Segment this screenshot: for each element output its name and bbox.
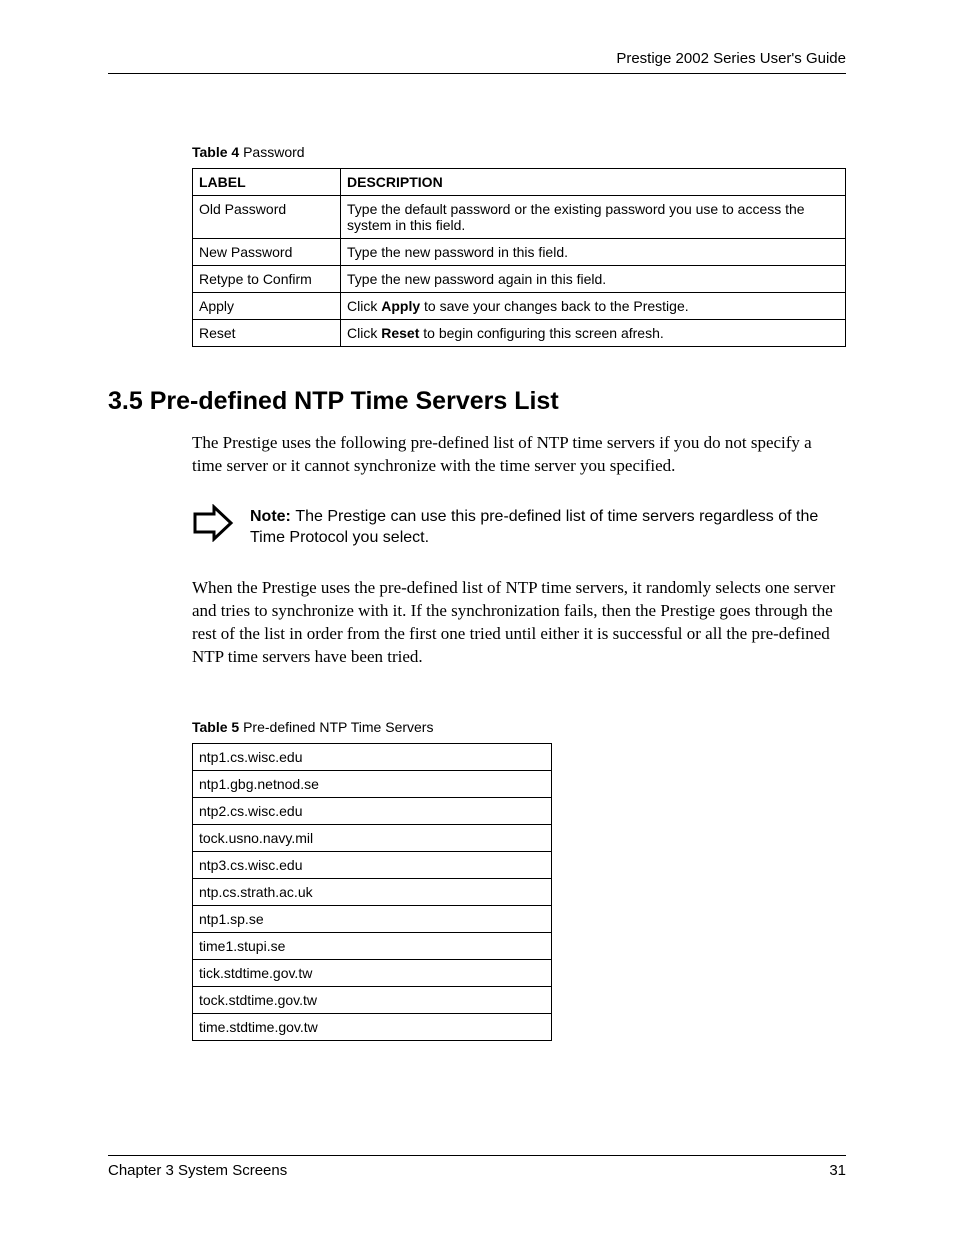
cell: ntp2.cs.wisc.edu (193, 797, 552, 824)
table-header-row: LABEL DESCRIPTION (193, 169, 846, 196)
table5-caption-bold: Table 5 (192, 719, 239, 735)
page-header: Prestige 2002 Series User's Guide (108, 50, 846, 74)
cell: ntp.cs.strath.ac.uk (193, 878, 552, 905)
cell-label: Reset (193, 320, 341, 347)
table-row: ntp1.gbg.netnod.se (193, 770, 552, 797)
page-footer: Chapter 3 System Screens 31 (108, 1155, 846, 1179)
cell-desc: Click Reset to begin configuring this sc… (341, 320, 846, 347)
note-label: Note: (250, 508, 295, 525)
table4-caption-bold: Table 4 (192, 144, 239, 160)
table4-header-label: LABEL (193, 169, 341, 196)
cell-label: Retype to Confirm (193, 266, 341, 293)
table4-caption-rest: Password (239, 144, 304, 160)
arrow-right-icon (192, 504, 234, 547)
cell-desc: Type the new password in this field. (341, 239, 846, 266)
table5-caption: Table 5 Pre-defined NTP Time Servers (192, 719, 846, 735)
table-row: tock.stdtime.gov.tw (193, 986, 552, 1013)
table4: LABEL DESCRIPTION Old Password Type the … (192, 168, 846, 347)
table-row: Apply Click Apply to save your changes b… (193, 293, 846, 320)
section-heading: 3.5 Pre-defined NTP Time Servers List (108, 387, 846, 416)
table5-caption-rest: Pre-defined NTP Time Servers (239, 719, 433, 735)
cell: tock.stdtime.gov.tw (193, 986, 552, 1013)
table-row: tock.usno.navy.mil (193, 824, 552, 851)
footer-page-number: 31 (829, 1162, 846, 1179)
table-row: Retype to Confirm Type the new password … (193, 266, 846, 293)
cell-desc: Type the new password again in this fiel… (341, 266, 846, 293)
note-block: Note: The Prestige can use this pre-defi… (192, 504, 846, 549)
table5: ntp1.cs.wisc.edu ntp1.gbg.netnod.se ntp2… (192, 743, 552, 1041)
cell-label: Old Password (193, 196, 341, 239)
cell: ntp3.cs.wisc.edu (193, 851, 552, 878)
table-row: ntp1.sp.se (193, 905, 552, 932)
cell-label: New Password (193, 239, 341, 266)
table-row: ntp1.cs.wisc.edu (193, 743, 552, 770)
table-row: ntp2.cs.wisc.edu (193, 797, 552, 824)
cell-desc: Click Apply to save your changes back to… (341, 293, 846, 320)
cell: ntp1.cs.wisc.edu (193, 743, 552, 770)
cell: time.stdtime.gov.tw (193, 1013, 552, 1040)
table-row: tick.stdtime.gov.tw (193, 959, 552, 986)
table-row: Old Password Type the default password o… (193, 196, 846, 239)
cell: tock.usno.navy.mil (193, 824, 552, 851)
table-row: ntp.cs.strath.ac.uk (193, 878, 552, 905)
cell: ntp1.sp.se (193, 905, 552, 932)
body-paragraph: The Prestige uses the following pre-defi… (192, 432, 846, 478)
table-row: New Password Type the new password in th… (193, 239, 846, 266)
cell: time1.stupi.se (193, 932, 552, 959)
body-paragraph: When the Prestige uses the pre-defined l… (192, 577, 846, 669)
table-row: time1.stupi.se (193, 932, 552, 959)
header-title: Prestige 2002 Series User's Guide (616, 50, 846, 67)
cell-desc: Type the default password or the existin… (341, 196, 846, 239)
cell-label: Apply (193, 293, 341, 320)
table-row: Reset Click Reset to begin configuring t… (193, 320, 846, 347)
cell: ntp1.gbg.netnod.se (193, 770, 552, 797)
footer-left: Chapter 3 System Screens (108, 1162, 287, 1179)
note-body: The Prestige can use this pre-defined li… (250, 508, 818, 547)
table-row: time.stdtime.gov.tw (193, 1013, 552, 1040)
table-row: ntp3.cs.wisc.edu (193, 851, 552, 878)
cell: tick.stdtime.gov.tw (193, 959, 552, 986)
note-text: Note: The Prestige can use this pre-defi… (250, 504, 846, 549)
table4-header-description: DESCRIPTION (341, 169, 846, 196)
table4-caption: Table 4 Password (192, 144, 846, 160)
